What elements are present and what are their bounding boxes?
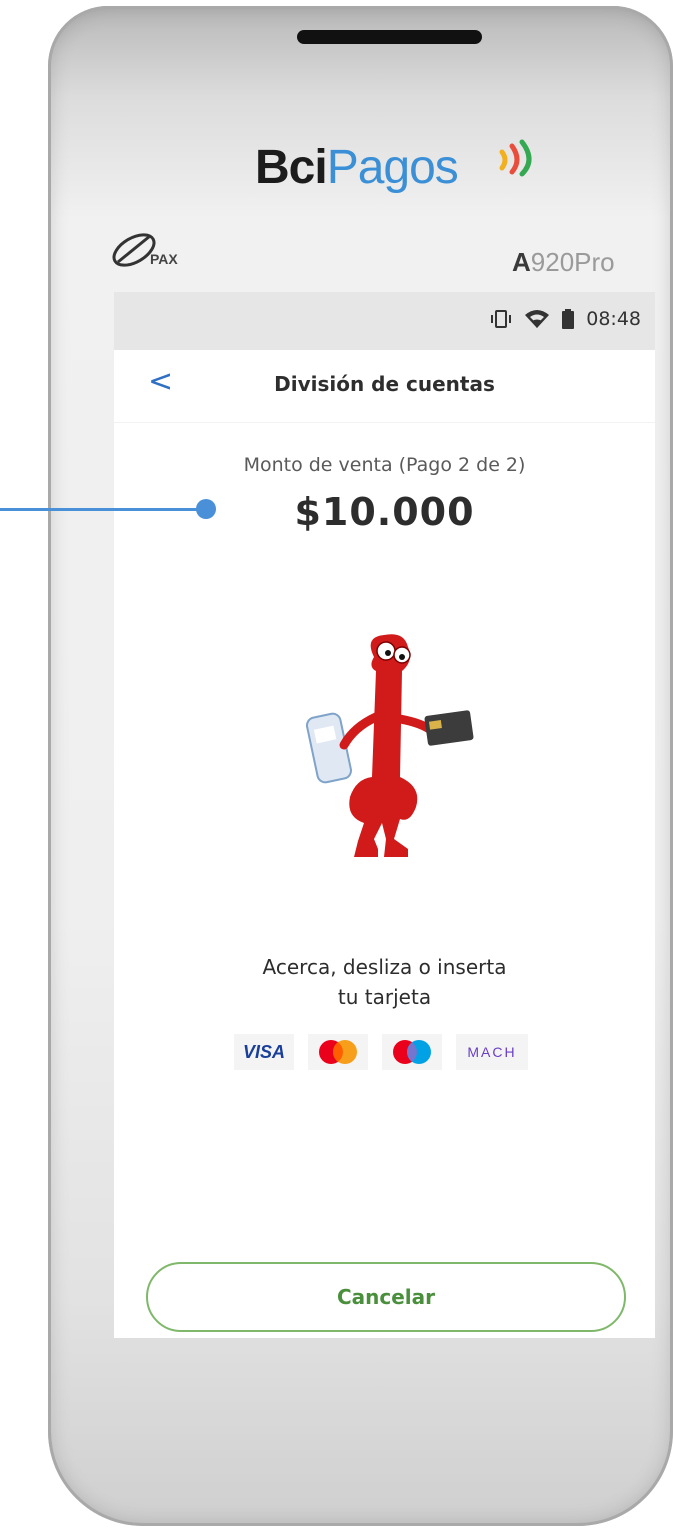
- maestro-icon: [393, 1040, 431, 1064]
- pax-logo-text: PAX: [150, 251, 178, 267]
- mastercard-icon: [319, 1040, 357, 1064]
- vibrate-icon: [491, 310, 512, 328]
- app-bar: < División de cuentas: [114, 350, 655, 423]
- callout-dot: [196, 499, 216, 519]
- brand-pagos-text: Pagos: [326, 141, 459, 194]
- callout-line: [0, 508, 200, 511]
- visa-logo-text: VISA: [242, 1041, 285, 1062]
- cancel-button[interactable]: Cancelar: [146, 1262, 626, 1332]
- terminal-screen: 08:48 < División de cuentas Monto de ven…: [114, 292, 655, 1338]
- contactless-waves-icon: [499, 139, 532, 177]
- status-bar: 08:48: [114, 292, 655, 350]
- device-speaker: [297, 30, 482, 44]
- battery-icon: [562, 309, 575, 329]
- wifi-icon: [525, 310, 550, 328]
- sale-amount: $10.000: [294, 490, 475, 534]
- device-model-label: A920Pro: [512, 247, 615, 278]
- visa-logo: VISA: [234, 1034, 294, 1070]
- maestro-logo: [382, 1034, 442, 1070]
- mach-logo-text: MACH: [467, 1044, 517, 1060]
- page-title: División de cuentas: [274, 372, 495, 396]
- mach-logo: MACH: [456, 1034, 528, 1070]
- card-prompt: Acerca, desliza o inserta tu tarjeta: [114, 952, 655, 1012]
- amount-label: Monto de venta (Pago 2 de 2): [243, 454, 526, 476]
- card-prompt-line-2: tu tarjeta: [337, 985, 432, 1009]
- status-time: 08:48: [586, 308, 641, 330]
- mascot-illustration: [305, 634, 474, 857]
- model-suffix: 920Pro: [530, 247, 615, 277]
- brand-bci-text: Bci: [255, 141, 328, 194]
- status-icons: 08:48: [490, 308, 641, 330]
- mastercard-logo: [308, 1034, 368, 1070]
- model-prefix: A: [512, 247, 531, 277]
- card-prompt-line-1: Acerca, desliza o inserta: [262, 955, 507, 979]
- accepted-cards: VISA MACH: [234, 1034, 528, 1070]
- pax-manufacturer-logo: PAX: [112, 233, 178, 267]
- device-brand-logo: BciPagos: [255, 140, 459, 195]
